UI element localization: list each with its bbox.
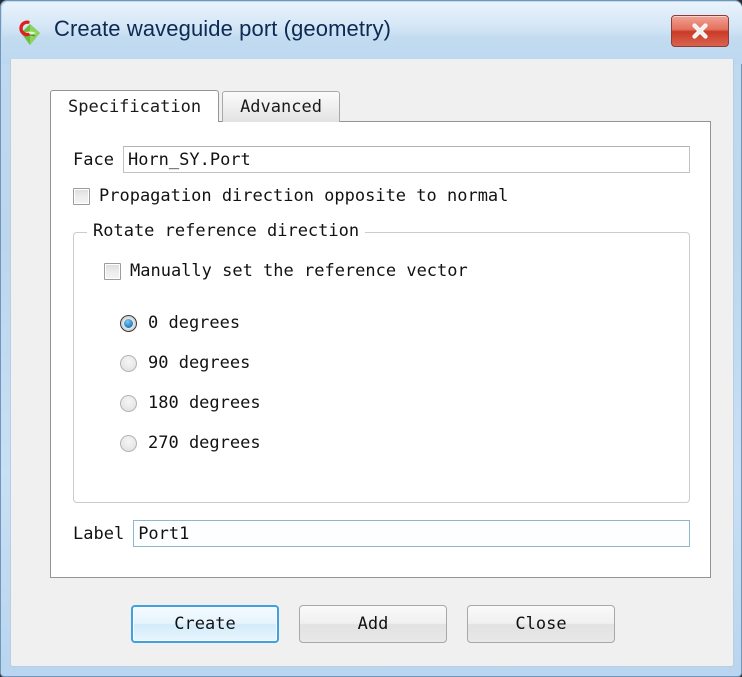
radio-icon	[120, 354, 137, 372]
port-label-label: Label	[73, 523, 125, 544]
tab-specification-label: Specification	[68, 96, 202, 117]
dialog-body: Specification Advanced Face Propagation …	[10, 59, 734, 667]
close-button-label: Close	[515, 614, 567, 634]
port-label-row: Label	[73, 520, 690, 547]
dialog-window: Create waveguide port (geometry) Specifi…	[0, 0, 742, 677]
create-button[interactable]: Create	[131, 605, 279, 643]
radio-90-degrees[interactable]: 90 degrees	[120, 353, 250, 373]
radio-icon	[120, 434, 137, 452]
dialog-button-row: Create Add Close	[11, 605, 735, 643]
radio-180-degrees-label: 180 degrees	[148, 393, 261, 413]
radio-180-degrees[interactable]: 180 degrees	[120, 393, 261, 413]
tab-specification[interactable]: Specification	[50, 90, 220, 122]
rotate-reference-direction-group: Rotate reference direction Manually set …	[73, 221, 690, 503]
close-icon[interactable]	[671, 15, 729, 47]
cst-studio-icon	[15, 18, 45, 48]
create-button-label: Create	[174, 614, 236, 634]
checkbox-box-icon	[73, 187, 90, 205]
radio-0-degrees-label: 0 degrees	[148, 313, 241, 333]
title-bar: Create waveguide port (geometry)	[2, 2, 742, 60]
propagation-direction-checkbox[interactable]: Propagation direction opposite to normal	[73, 186, 508, 206]
radio-90-degrees-label: 90 degrees	[148, 353, 251, 373]
radio-icon	[120, 394, 137, 412]
window-title: Create waveguide port (geometry)	[54, 16, 392, 41]
radio-selected-icon	[120, 314, 137, 332]
specification-panel: Face Propagation direction opposite to n…	[50, 121, 711, 578]
close-button-footer[interactable]: Close	[467, 605, 615, 643]
add-button[interactable]: Add	[299, 605, 447, 643]
checkbox-box-icon	[104, 262, 121, 280]
face-input[interactable]	[122, 146, 690, 173]
manual-reference-vector-checkbox[interactable]: Manually set the reference vector	[104, 261, 468, 281]
rotate-reference-direction-title: Rotate reference direction	[87, 221, 366, 241]
manual-reference-vector-label: Manually set the reference vector	[130, 261, 468, 281]
radio-270-degrees[interactable]: 270 degrees	[120, 433, 261, 453]
radio-270-degrees-label: 270 degrees	[148, 433, 261, 453]
tab-advanced[interactable]: Advanced	[222, 91, 340, 122]
tab-advanced-label: Advanced	[240, 97, 322, 117]
face-row: Face	[73, 146, 690, 173]
face-label: Face	[73, 149, 114, 170]
radio-0-degrees[interactable]: 0 degrees	[120, 313, 240, 333]
propagation-direction-label: Propagation direction opposite to normal	[99, 186, 509, 206]
port-label-input[interactable]	[133, 520, 690, 547]
tab-strip: Specification Advanced	[50, 90, 340, 122]
add-button-label: Add	[357, 614, 389, 634]
